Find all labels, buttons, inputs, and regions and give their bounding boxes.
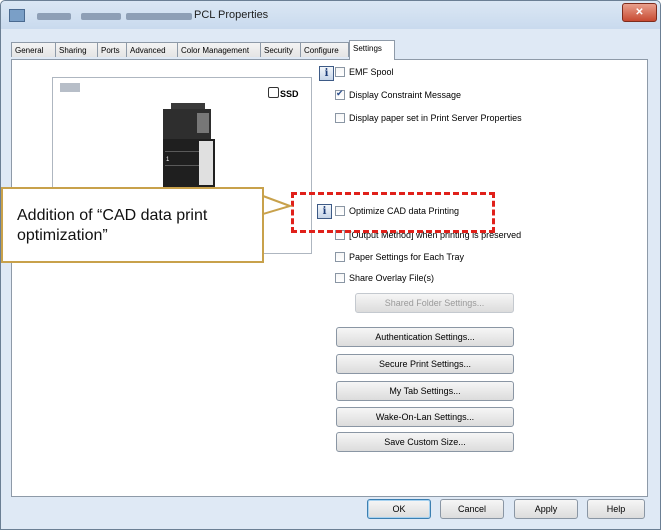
info-icon[interactable]: i bbox=[319, 66, 334, 81]
cancel-button[interactable]: Cancel bbox=[440, 499, 504, 519]
ssd-icon bbox=[268, 87, 279, 98]
tab-security[interactable]: Security bbox=[260, 42, 301, 57]
tab-ports[interactable]: Ports bbox=[97, 42, 127, 57]
display-paper-set-label: Display paper set in Print Server Proper… bbox=[349, 113, 522, 123]
close-button[interactable]: ✕ bbox=[622, 3, 657, 22]
display-paper-set-checkbox[interactable] bbox=[335, 113, 345, 123]
paper-settings-tray-checkbox[interactable] bbox=[335, 252, 345, 262]
emf-spool-option[interactable]: EMF Spool bbox=[335, 67, 394, 77]
window-title: PCL Properties bbox=[194, 9, 269, 21]
save-custom-size-button[interactable]: Save Custom Size... bbox=[336, 432, 514, 452]
display-constraint-label: Display Constraint Message bbox=[349, 90, 462, 100]
share-overlay-option[interactable]: Share Overlay File(s) bbox=[335, 273, 434, 283]
annotation-callout: Addition of “CAD data print optimization… bbox=[1, 187, 264, 263]
shared-folder-settings-button[interactable]: Shared Folder Settings... bbox=[355, 293, 514, 313]
callout-arrow-icon bbox=[263, 194, 293, 216]
display-constraint-option[interactable]: Display Constraint Message bbox=[335, 89, 462, 100]
redacted-model-label bbox=[60, 83, 80, 92]
highlight-box bbox=[291, 192, 495, 233]
apply-button[interactable]: Apply bbox=[514, 499, 578, 519]
callout-text: Addition of “CAD data print optimization… bbox=[17, 207, 208, 244]
redacted-title-part bbox=[81, 13, 121, 20]
emf-spool-checkbox[interactable] bbox=[335, 67, 345, 77]
emf-spool-label: EMF Spool bbox=[349, 67, 394, 77]
share-overlay-label: Share Overlay File(s) bbox=[349, 273, 435, 283]
paper-settings-tray-option[interactable]: Paper Settings for Each Tray bbox=[335, 252, 464, 262]
ok-button[interactable]: OK bbox=[367, 499, 431, 519]
help-button[interactable]: Help bbox=[587, 499, 645, 519]
ssd-label: SSD bbox=[280, 89, 299, 99]
title-bar[interactable]: PCL Properties ✕ bbox=[1, 1, 660, 29]
share-overlay-checkbox[interactable] bbox=[335, 273, 345, 283]
redacted-title-part bbox=[126, 13, 192, 20]
authentication-settings-button[interactable]: Authentication Settings... bbox=[336, 327, 514, 347]
tab-settings[interactable]: Settings bbox=[349, 40, 395, 60]
tab-sharing[interactable]: Sharing bbox=[55, 42, 98, 57]
printer-app-icon bbox=[9, 9, 25, 22]
display-constraint-checkbox[interactable] bbox=[335, 89, 345, 100]
paper-settings-tray-label: Paper Settings for Each Tray bbox=[349, 252, 465, 262]
tab-advanced[interactable]: Advanced bbox=[126, 42, 178, 57]
ssd-indicator: SSD bbox=[268, 87, 299, 99]
secure-print-settings-button[interactable]: Secure Print Settings... bbox=[336, 354, 514, 374]
printer-illustration: 1 bbox=[163, 103, 215, 187]
tab-configure[interactable]: Configure bbox=[300, 42, 349, 57]
my-tab-settings-button[interactable]: My Tab Settings... bbox=[336, 381, 514, 401]
display-paper-set-option[interactable]: Display paper set in Print Server Proper… bbox=[335, 113, 522, 123]
wake-on-lan-settings-button[interactable]: Wake-On-Lan Settings... bbox=[336, 407, 514, 427]
redacted-title-part bbox=[37, 13, 71, 20]
tab-general[interactable]: General bbox=[11, 42, 56, 57]
tab-color-management[interactable]: Color Management bbox=[177, 42, 261, 57]
